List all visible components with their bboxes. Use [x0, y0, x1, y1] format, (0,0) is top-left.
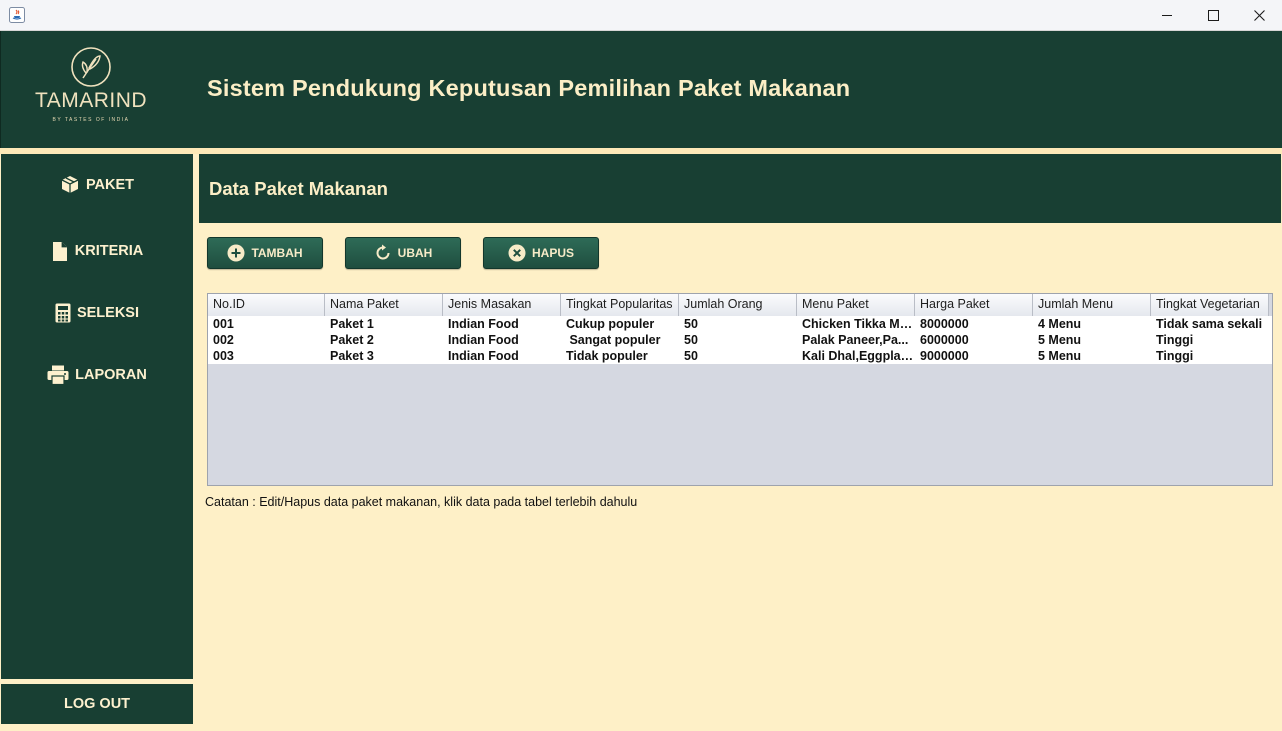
column-header-tingkat-vegetarian[interactable]: Tingkat Vegetarian	[1151, 294, 1269, 316]
x-circle-icon	[508, 244, 526, 262]
column-header-jumlah-orang[interactable]: Jumlah Orang	[679, 294, 797, 316]
close-icon	[1253, 10, 1265, 21]
table-cell: Tidak populer	[566, 349, 648, 363]
table-cell: Kali Dhal,Eggplan...	[802, 349, 915, 363]
table-cell: 5 Menu	[1038, 349, 1082, 363]
sidebar-item-label: PAKET	[85, 177, 135, 193]
maximize-icon	[1207, 10, 1219, 21]
table-row[interactable]: 002 Paket 2 Indian Food Sangat populer 5…	[208, 332, 1272, 348]
edit-button-label: UBAH	[397, 246, 433, 260]
table-header: No.ID Nama Paket Jenis Masakan Tingkat P…	[208, 294, 1269, 317]
table-cell: 003	[213, 349, 234, 363]
page-title: Data Paket Makanan	[209, 178, 388, 199]
table-cell: Indian Food	[448, 333, 519, 347]
table-cell: Cukup populer	[566, 317, 655, 331]
column-header-harga-paket[interactable]: Harga Paket	[915, 294, 1033, 316]
sidebar-item-label: SELEKSI	[76, 305, 140, 321]
calculator-icon	[55, 303, 71, 323]
table-cell: Tidak sama sekali	[1156, 317, 1263, 331]
refresh-icon	[376, 244, 390, 260]
box-icon	[61, 176, 79, 193]
column-header-id[interactable]: No.ID	[208, 294, 325, 316]
paket-table[interactable]: No.ID Nama Paket Jenis Masakan Tingkat P…	[207, 293, 1273, 486]
table-cell: 50	[684, 349, 698, 363]
sidebar-item-kriteria[interactable]: KRITERIA	[1, 233, 193, 269]
maximize-button[interactable]	[1190, 0, 1236, 31]
minimize-button[interactable]	[1144, 0, 1190, 31]
table-cell: Tinggi	[1156, 349, 1194, 363]
logo-name: TAMARIND	[34, 89, 148, 112]
add-button-label: TAMBAH	[251, 246, 303, 260]
column-header-jumlah-menu[interactable]: Jumlah Menu	[1033, 294, 1151, 316]
plus-circle-icon	[227, 244, 245, 262]
close-button[interactable]	[1236, 0, 1282, 31]
sidebar-item-paket[interactable]: PAKET	[1, 167, 193, 203]
sidebar-item-label: KRITERIA	[74, 243, 144, 259]
minimize-icon	[1161, 15, 1172, 16]
add-button[interactable]: TAMBAH	[207, 237, 323, 269]
logout-button[interactable]: LOG OUT	[1, 684, 193, 724]
table-row[interactable]: 003 Paket 3 Indian Food Tidak populer 50…	[208, 348, 1272, 364]
column-header-jenis-masakan[interactable]: Jenis Masakan	[443, 294, 561, 316]
table-cell: 002	[213, 333, 234, 347]
app-header: TAMARIND BY TASTES OF INDIA Sistem Pendu…	[0, 31, 1282, 148]
panel-header: Data Paket Makanan	[199, 154, 1281, 223]
table-cell: 50	[684, 333, 698, 347]
column-header-tingkat-popularitas[interactable]: Tingkat Popularitas	[561, 294, 679, 316]
column-header-nama-paket[interactable]: Nama Paket	[325, 294, 443, 316]
table-cell: 50	[684, 317, 698, 331]
table-cell: Paket 2	[330, 333, 374, 347]
table-body: 001 Paket 1 Indian Food Cukup populer 50…	[208, 316, 1272, 364]
sidebar-item-laporan[interactable]: LAPORAN	[1, 357, 193, 393]
table-cell: 9000000	[920, 349, 969, 363]
table-cell: 8000000	[920, 317, 969, 331]
table-cell: 001	[213, 317, 234, 331]
delete-button[interactable]: HAPUS	[483, 237, 599, 269]
sidebar: PAKET KRITERIA SELEKSI LAPORAN	[1, 154, 193, 679]
sidebar-item-label: LAPORAN	[75, 367, 147, 383]
app-title: Sistem Pendukung Keputusan Pemilihan Pak…	[207, 75, 851, 101]
table-cell: Tinggi	[1156, 333, 1194, 347]
sidebar-item-seleksi[interactable]: SELEKSI	[1, 295, 193, 331]
tamarind-logo: TAMARIND BY TASTES OF INDIA	[21, 47, 161, 137]
printer-icon	[47, 365, 69, 385]
window-titlebar	[0, 0, 1282, 31]
table-cell: 5 Menu	[1038, 333, 1082, 347]
java-app-icon	[9, 7, 25, 23]
table-cell: Paket 1	[330, 317, 374, 331]
table-cell: 4 Menu	[1038, 317, 1082, 331]
table-cell: Indian Food	[448, 317, 519, 331]
table-cell: 6000000	[920, 333, 969, 347]
column-header-menu-paket[interactable]: Menu Paket	[797, 294, 915, 316]
table-cell: Palak Paneer,Pa...	[802, 333, 909, 347]
table-cell: Sangat populer	[566, 333, 661, 347]
document-icon	[52, 241, 67, 261]
table-row[interactable]: 001 Paket 1 Indian Food Cukup populer 50…	[208, 316, 1272, 332]
table-cell: Paket 3	[330, 349, 374, 363]
delete-button-label: HAPUS	[531, 246, 574, 260]
edit-button[interactable]: UBAH	[345, 237, 461, 269]
logo-tagline: BY TASTES OF INDIA	[52, 117, 130, 123]
table-cell: Indian Food	[448, 349, 519, 363]
instruction-note: Catatan : Edit/Hapus data paket makanan,…	[205, 495, 638, 509]
table-cell: Chicken Tikka Ma...	[802, 317, 915, 331]
leaf-emblem-icon	[71, 47, 111, 87]
